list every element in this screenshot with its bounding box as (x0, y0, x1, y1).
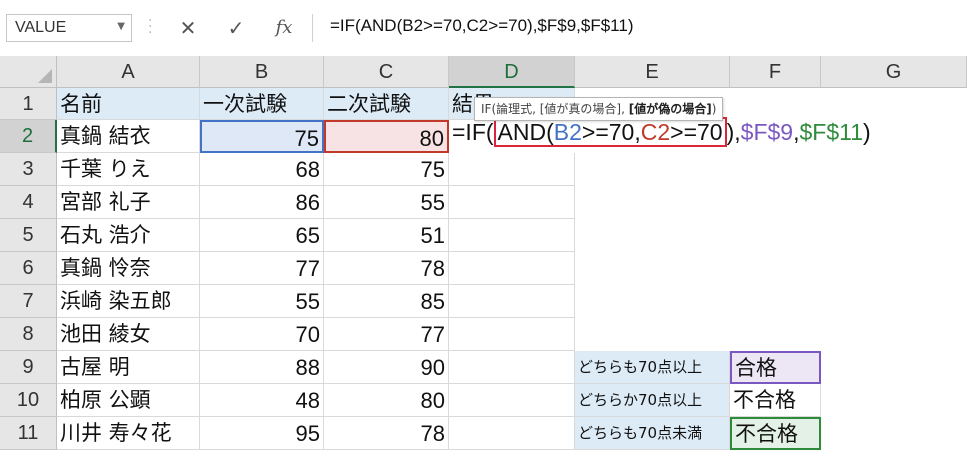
cell-first-score[interactable]: 68 (200, 153, 324, 186)
cell-first-score[interactable]: 55 (200, 285, 324, 318)
cell-result[interactable] (449, 318, 575, 351)
edit-cond2: >=70 (670, 119, 723, 145)
cell-first-score[interactable]: 88 (200, 351, 324, 384)
criteria-result-fail-ref[interactable]: 不合格 (730, 417, 821, 450)
cell-name[interactable]: 柏原 公顕 (57, 384, 200, 417)
divider (312, 14, 313, 42)
cell-second-score[interactable]: 85 (324, 285, 449, 318)
cell-second-score[interactable]: 51 (324, 219, 449, 252)
header-second-exam[interactable]: 二次試験 (324, 88, 449, 120)
edit-ref-f11: $F$11 (799, 119, 864, 145)
row-header-11[interactable]: 11 (0, 417, 57, 450)
row-header-2[interactable]: 2 (0, 120, 57, 153)
cell-result[interactable] (449, 285, 575, 318)
tooltip-text: IF(論理式, [値が真の場合], (481, 102, 629, 116)
cell-first-score[interactable]: 65 (200, 219, 324, 252)
row-header-9[interactable]: 9 (0, 351, 57, 384)
row-header-10[interactable]: 10 (0, 384, 57, 417)
cell-name[interactable]: 池田 綾女 (57, 318, 200, 351)
cell-second-score[interactable]: 78 (324, 417, 449, 450)
criteria-result-fail[interactable]: 不合格 (730, 384, 821, 417)
cell-first-score[interactable]: 70 (200, 318, 324, 351)
formula-input[interactable]: =IF(AND(B2>=70,C2>=70),$F$9,$F$11) (330, 16, 634, 36)
and-highlight: AND(B2>=70,C2>=70 (493, 117, 727, 147)
edit-and: AND( (497, 119, 554, 145)
cell-second-score-ref[interactable]: 80 (324, 120, 449, 153)
tooltip-end: ) (711, 102, 717, 116)
cell-first-score[interactable]: 95 (200, 417, 324, 450)
column-header-b[interactable]: B (200, 56, 324, 88)
enter-icon[interactable]: ✓ (218, 14, 254, 42)
cell-second-score[interactable]: 75 (324, 153, 449, 186)
criteria-label[interactable]: どちらも70点未満 (575, 417, 730, 450)
cell-name[interactable]: 真鍋 結衣 (57, 120, 200, 153)
column-header-a[interactable]: A (57, 56, 200, 88)
name-box[interactable]: VALUE ▼ (6, 14, 132, 42)
cell-result[interactable] (449, 153, 575, 186)
cell-name[interactable]: 真鍋 怜奈 (57, 252, 200, 285)
edit-ref-c2: C2 (640, 119, 671, 145)
cell-name[interactable]: 川井 寿々花 (57, 417, 200, 450)
cell-second-score[interactable]: 90 (324, 351, 449, 384)
cell-result[interactable] (449, 351, 575, 384)
cell-name[interactable]: 千葉 りえ (57, 153, 200, 186)
cell-result[interactable] (449, 252, 575, 285)
cell-first-score-ref[interactable]: 75 (200, 120, 324, 153)
row-header-3[interactable]: 3 (0, 153, 57, 186)
name-box-value: VALUE (15, 19, 67, 36)
column-header-f[interactable]: F (730, 56, 821, 88)
cell-first-score[interactable]: 77 (200, 252, 324, 285)
cell-name[interactable]: 古屋 明 (57, 351, 200, 384)
column-header-g[interactable]: G (821, 56, 967, 88)
edit-final: ) (863, 119, 871, 145)
cell-second-score[interactable]: 80 (324, 384, 449, 417)
tooltip-current-arg: [値が偽の場合] (628, 102, 712, 116)
insert-function-icon[interactable]: fx (266, 14, 302, 42)
cell-second-score[interactable]: 77 (324, 318, 449, 351)
cell-first-score[interactable]: 48 (200, 384, 324, 417)
edit-ref-b2: B2 (553, 119, 582, 145)
column-header-e[interactable]: E (575, 56, 730, 88)
row-header-6[interactable]: 6 (0, 252, 57, 285)
cell-name[interactable]: 浜崎 染五郎 (57, 285, 200, 318)
column-header-d[interactable]: D (449, 56, 575, 88)
cell-name[interactable]: 石丸 浩介 (57, 219, 200, 252)
header-first-exam[interactable]: 一次試験 (200, 88, 324, 120)
row-header-4[interactable]: 4 (0, 186, 57, 219)
criteria-label[interactable]: どちらか70点以上 (575, 384, 730, 417)
formula-bar: VALUE ▼ · · · ✕ ✓ fx =IF(AND(B2>=70,C2>=70… (0, 0, 967, 57)
chevron-down-icon[interactable]: ▼ (117, 21, 125, 32)
drag-handle-icon[interactable]: · · · (148, 14, 152, 40)
cell-first-score[interactable]: 86 (200, 186, 324, 219)
cell-second-score[interactable]: 78 (324, 252, 449, 285)
criteria-label[interactable]: どちらも70点以上 (575, 351, 730, 384)
cell-second-score[interactable]: 55 (324, 186, 449, 219)
column-header-c[interactable]: C (324, 56, 449, 88)
select-all-button[interactable] (0, 56, 57, 88)
edit-formula-line[interactable]: =IF(AND(B2>=70,C2>=70),$F$9,$F$11) (452, 117, 871, 147)
cell-result[interactable] (449, 219, 575, 252)
edit-prefix: =IF( (452, 119, 494, 145)
header-name[interactable]: 名前 (57, 88, 200, 120)
function-tooltip[interactable]: IF(論理式, [値が真の場合], [値が偽の場合]) (474, 97, 724, 121)
edit-cond1: >=70, (581, 119, 641, 145)
row-header-7[interactable]: 7 (0, 285, 57, 318)
cell-result[interactable] (449, 186, 575, 219)
row-header-5[interactable]: 5 (0, 219, 57, 252)
cell-result[interactable] (449, 384, 575, 417)
cell-name[interactable]: 宮部 礼子 (57, 186, 200, 219)
cancel-icon[interactable]: ✕ (170, 14, 206, 42)
row-header-1[interactable]: 1 (0, 88, 57, 120)
edit-ref-f9: $F$9 (740, 119, 794, 145)
select-all-icon (38, 69, 52, 83)
cell-result[interactable] (449, 417, 575, 450)
criteria-result-pass[interactable]: 合格 (730, 351, 821, 384)
row-header-8[interactable]: 8 (0, 318, 57, 351)
